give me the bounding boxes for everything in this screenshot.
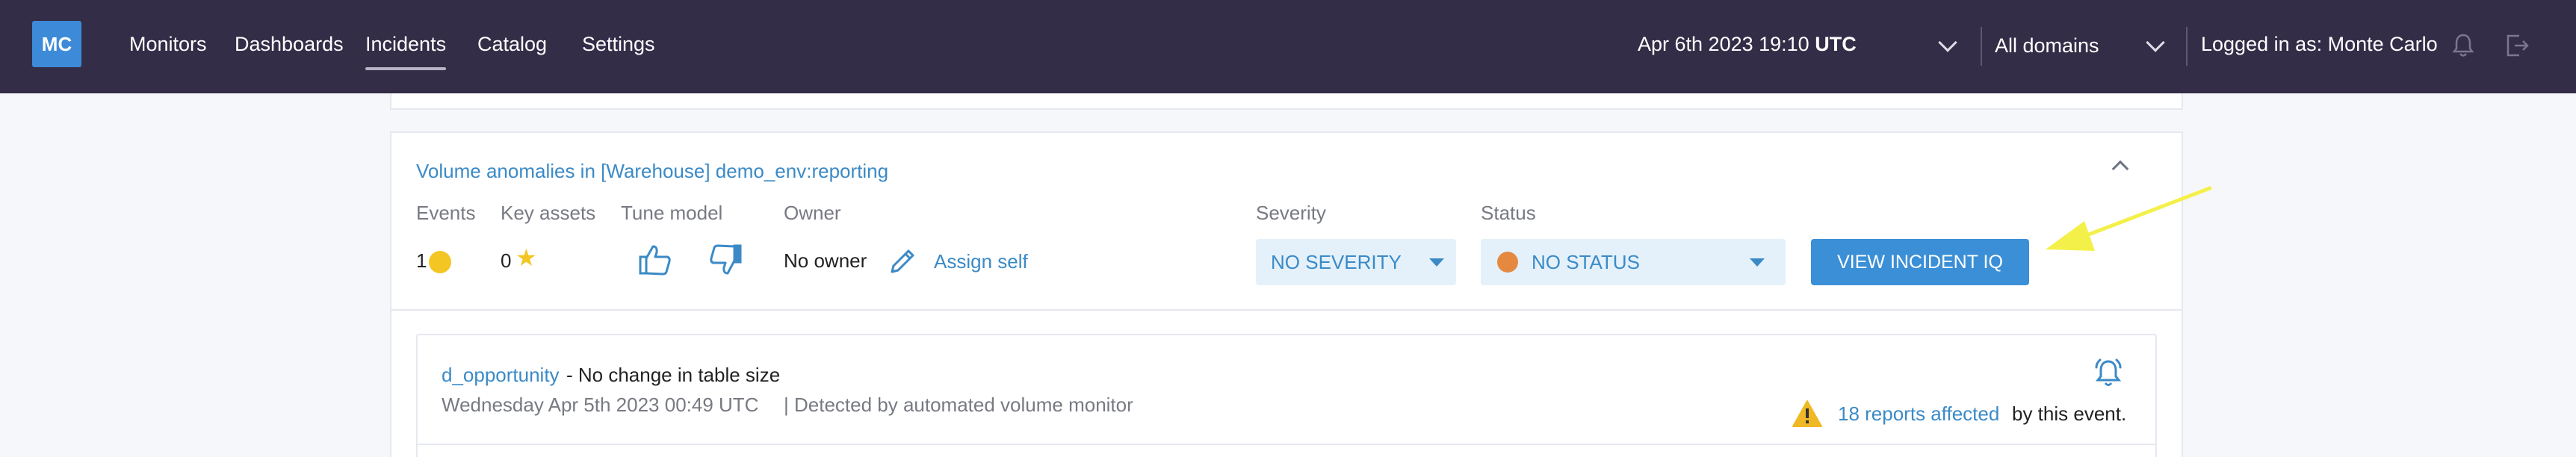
events-label: Events — [416, 202, 476, 224]
chevron-down-icon[interactable] — [1938, 33, 1957, 52]
nav-item-catalog[interactable]: Catalog — [477, 33, 547, 56]
nav-item-incidents[interactable]: Incidents — [365, 33, 447, 70]
divider — [1981, 27, 1982, 66]
previous-incident-card — [390, 93, 2183, 110]
reports-affected-suffix: by this event. — [2012, 402, 2127, 425]
key-assets-count: 0 — [501, 249, 512, 272]
event-description: - No change in table size — [566, 364, 781, 386]
nav-item-dashboards[interactable]: Dashboards — [235, 33, 344, 56]
severity-value: NO SEVERITY — [1271, 251, 1402, 273]
severity-select[interactable]: NO SEVERITY — [1256, 239, 1456, 285]
owner-value: No owner — [784, 249, 867, 272]
annotation-arrow-icon — [2046, 186, 2212, 251]
notification-bell-icon[interactable] — [2092, 357, 2125, 390]
warning-icon — [1792, 400, 1822, 427]
event-table-link[interactable]: d_opportunity — [442, 364, 560, 387]
chevron-down-icon[interactable] — [2146, 33, 2165, 52]
timezone-label: UTC — [1815, 33, 1857, 55]
owner-label: Owner — [784, 202, 841, 224]
severity-label: Severity — [1256, 202, 1326, 224]
event-divider — [418, 444, 2155, 445]
logo[interactable]: MC — [32, 21, 81, 67]
divider — [2186, 27, 2188, 66]
bell-icon[interactable] — [2452, 33, 2474, 58]
event-date: Wednesday Apr 5th 2023 00:49 UTC — [442, 394, 759, 416]
date-value: Apr 6th 2023 19:10 — [1638, 33, 1809, 55]
domain-selector[interactable]: All domains — [1995, 34, 2099, 57]
view-incident-iq-button[interactable]: VIEW INCIDENT IQ — [1811, 239, 2029, 285]
assign-self-link[interactable]: Assign self — [934, 250, 1028, 273]
caret-down-icon — [1750, 258, 1765, 267]
nav-item-settings[interactable]: Settings — [582, 33, 655, 56]
pencil-icon[interactable] — [888, 246, 917, 276]
date-range-selector[interactable]: Apr 6th 2023 19:10 UTC — [1638, 33, 1857, 56]
event-detected-by: | Detected by automated volume monitor — [784, 394, 1133, 416]
logged-in-user: Logged in as: Monte Carlo — [2201, 33, 2438, 55]
section-divider — [391, 309, 2182, 311]
logout-icon[interactable] — [2504, 33, 2530, 58]
status-value: NO STATUS — [1532, 251, 1640, 273]
status-dot-icon — [1497, 252, 1518, 273]
tune-model-label: Tune model — [621, 202, 723, 224]
status-label: Status — [1481, 202, 1536, 224]
status-select[interactable]: NO STATUS — [1481, 239, 1786, 285]
key-assets-label: Key assets — [501, 202, 596, 224]
event-dot-icon — [429, 251, 451, 273]
events-count: 1 — [416, 249, 427, 272]
incident-title[interactable]: Volume anomalies in [Warehouse] demo_env… — [416, 160, 888, 183]
star-icon: ★ — [515, 244, 537, 271]
thumbs-up-icon[interactable] — [638, 243, 672, 276]
reports-affected-link[interactable]: 18 reports affected — [1838, 402, 1999, 426]
caret-down-icon — [1429, 258, 1444, 267]
top-nav-bar: MC Monitors Dashboards Incidents Catalog… — [0, 0, 2576, 93]
nav-item-monitors[interactable]: Monitors — [129, 33, 207, 56]
thumbs-down-icon[interactable] — [708, 243, 743, 276]
